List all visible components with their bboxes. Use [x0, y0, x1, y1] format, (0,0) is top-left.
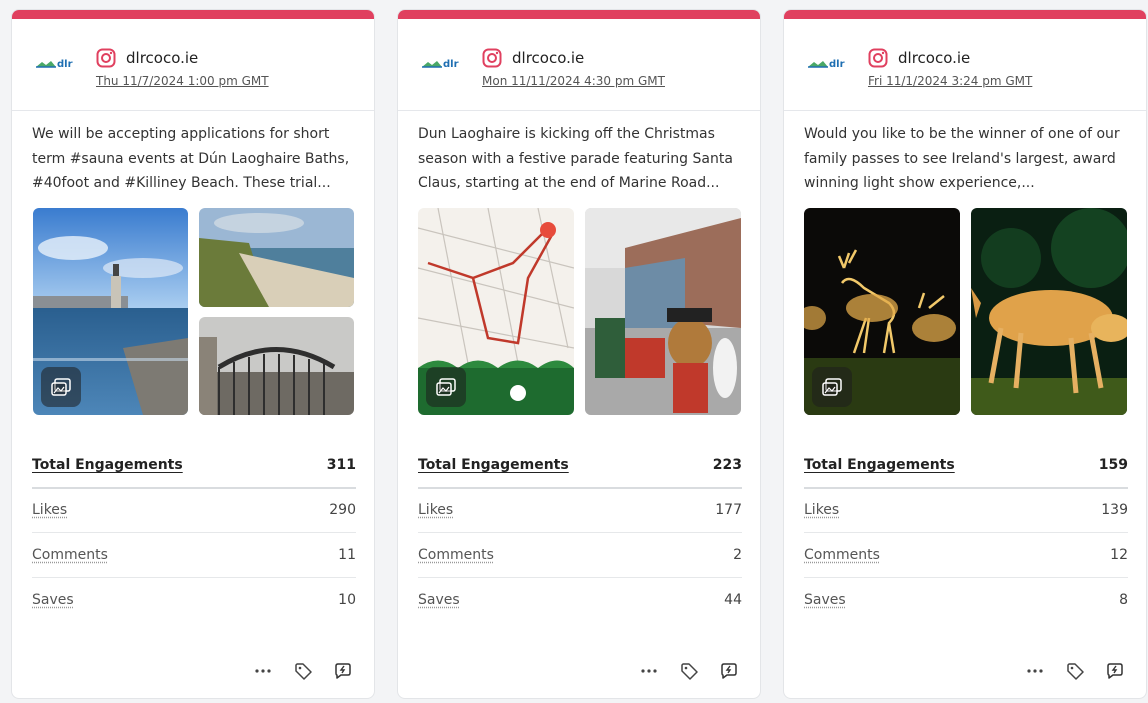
- gallery-icon: [426, 367, 466, 407]
- metric-row-saves: Saves 44: [418, 578, 742, 623]
- metric-label[interactable]: Likes: [32, 502, 67, 518]
- metric-value: 177: [715, 502, 742, 519]
- metric-label[interactable]: Total Engagements: [418, 457, 569, 473]
- tag-icon[interactable]: [678, 660, 700, 682]
- reply-icon[interactable]: [332, 660, 354, 682]
- metric-row-likes: Likes 177: [418, 489, 742, 533]
- metric-value: 44: [724, 591, 742, 608]
- more-icon[interactable]: [252, 660, 274, 682]
- gallery-icon: [812, 367, 852, 407]
- metric-row-comments: Comments 11: [32, 533, 356, 578]
- post-text: Would you like to be the winner of one o…: [804, 126, 1120, 191]
- post-date-link[interactable]: Fri 11/1/2024 3:24 pm GMT: [868, 74, 1032, 88]
- post-image-main[interactable]: [804, 208, 960, 415]
- reply-icon[interactable]: [1104, 660, 1126, 682]
- engagement-metrics: Total Engagements 311 Likes 290 Comments…: [32, 444, 356, 622]
- metric-label[interactable]: Likes: [418, 502, 453, 518]
- metric-label[interactable]: Comments: [32, 547, 108, 563]
- reply-icon[interactable]: [718, 660, 740, 682]
- account-handle: dlrcoco.ie: [512, 49, 585, 67]
- metric-label[interactable]: Comments: [418, 547, 494, 563]
- metric-value: 223: [712, 457, 742, 474]
- dlr-logo: dlr: [422, 59, 459, 70]
- engagement-metrics: Total Engagements 223 Likes 177 Comments…: [418, 444, 742, 622]
- tag-icon[interactable]: [1064, 660, 1086, 682]
- post-image-main[interactable]: [33, 208, 188, 415]
- metric-label[interactable]: Saves: [418, 592, 460, 608]
- card-header: dlr dlrcoco.ie Mon 11/11/2024 4:30 pm GM…: [398, 19, 760, 111]
- post-card[interactable]: dlr dlrcoco.ie Fri 11/1/2024 3:24 pm GMT…: [783, 9, 1147, 699]
- metric-row-likes: Likes 139: [804, 489, 1128, 533]
- post-date-link[interactable]: Thu 11/7/2024 1:00 pm GMT: [96, 74, 269, 88]
- metric-value: 8: [1119, 591, 1128, 608]
- metric-label[interactable]: Saves: [804, 592, 846, 608]
- dlr-logo: dlr: [36, 59, 73, 70]
- metric-row-saves: Saves 8: [804, 578, 1128, 623]
- card-actions: [252, 660, 354, 682]
- account-handle: dlrcoco.ie: [126, 49, 199, 67]
- metric-label[interactable]: Saves: [32, 592, 74, 608]
- post-image-beach[interactable]: [199, 208, 354, 307]
- tag-icon[interactable]: [292, 660, 314, 682]
- metric-row-comments: Comments 2: [418, 533, 742, 578]
- logo-text: dlr: [443, 59, 459, 70]
- post-image-fox[interactable]: [971, 208, 1127, 415]
- metric-row-likes: Likes 290: [32, 489, 356, 533]
- post-image-parade[interactable]: [585, 208, 741, 415]
- logo-text: dlr: [829, 59, 845, 70]
- metric-label[interactable]: Likes: [804, 502, 839, 518]
- instagram-icon: [868, 48, 888, 68]
- card-header: dlr dlrcoco.ie Fri 11/1/2024 3:24 pm GMT: [784, 19, 1146, 111]
- post-text: We will be accepting applications for sh…: [32, 126, 350, 191]
- post-image-gate[interactable]: [199, 317, 354, 415]
- card-actions: [638, 660, 740, 682]
- metric-label[interactable]: Total Engagements: [32, 457, 183, 473]
- post-cards: dlr dlrcoco.ie Thu 11/7/2024 1:00 pm GMT…: [0, 0, 1148, 703]
- instagram-icon: [482, 48, 502, 68]
- metric-value: 311: [326, 457, 356, 474]
- gallery-icon: [41, 367, 81, 407]
- metric-row-total: Total Engagements 311: [32, 444, 356, 489]
- card-accent-bar: [12, 10, 374, 19]
- metric-row-comments: Comments 12: [804, 533, 1128, 578]
- metric-row-total: Total Engagements 223: [418, 444, 742, 489]
- card-accent-bar: [398, 10, 760, 19]
- metric-label[interactable]: Total Engagements: [804, 457, 955, 473]
- metric-row-total: Total Engagements 159: [804, 444, 1128, 489]
- metric-value: 10: [338, 591, 356, 608]
- post-card[interactable]: dlr dlrcoco.ie Mon 11/11/2024 4:30 pm GM…: [397, 9, 761, 699]
- post-card[interactable]: dlr dlrcoco.ie Thu 11/7/2024 1:00 pm GMT…: [11, 9, 375, 699]
- metric-value: 290: [329, 502, 356, 519]
- metric-value: 139: [1101, 502, 1128, 519]
- metric-value: 12: [1110, 546, 1128, 563]
- metric-value: 2: [733, 546, 742, 563]
- metric-value: 11: [338, 546, 356, 563]
- metric-row-saves: Saves 10: [32, 578, 356, 623]
- logo-text: dlr: [57, 59, 73, 70]
- instagram-icon: [96, 48, 116, 68]
- post-image-main[interactable]: [418, 208, 574, 415]
- card-actions: [1024, 660, 1126, 682]
- dlr-logo: dlr: [808, 59, 845, 70]
- more-icon[interactable]: [638, 660, 660, 682]
- post-text: Dun Laoghaire is kicking off the Christm…: [418, 126, 733, 191]
- account-handle: dlrcoco.ie: [898, 49, 971, 67]
- card-accent-bar: [784, 10, 1146, 19]
- engagement-metrics: Total Engagements 159 Likes 139 Comments…: [804, 444, 1128, 622]
- more-icon[interactable]: [1024, 660, 1046, 682]
- metric-label[interactable]: Comments: [804, 547, 880, 563]
- card-header: dlr dlrcoco.ie Thu 11/7/2024 1:00 pm GMT: [12, 19, 374, 111]
- metric-value: 159: [1098, 457, 1128, 474]
- post-date-link[interactable]: Mon 11/11/2024 4:30 pm GMT: [482, 74, 665, 88]
